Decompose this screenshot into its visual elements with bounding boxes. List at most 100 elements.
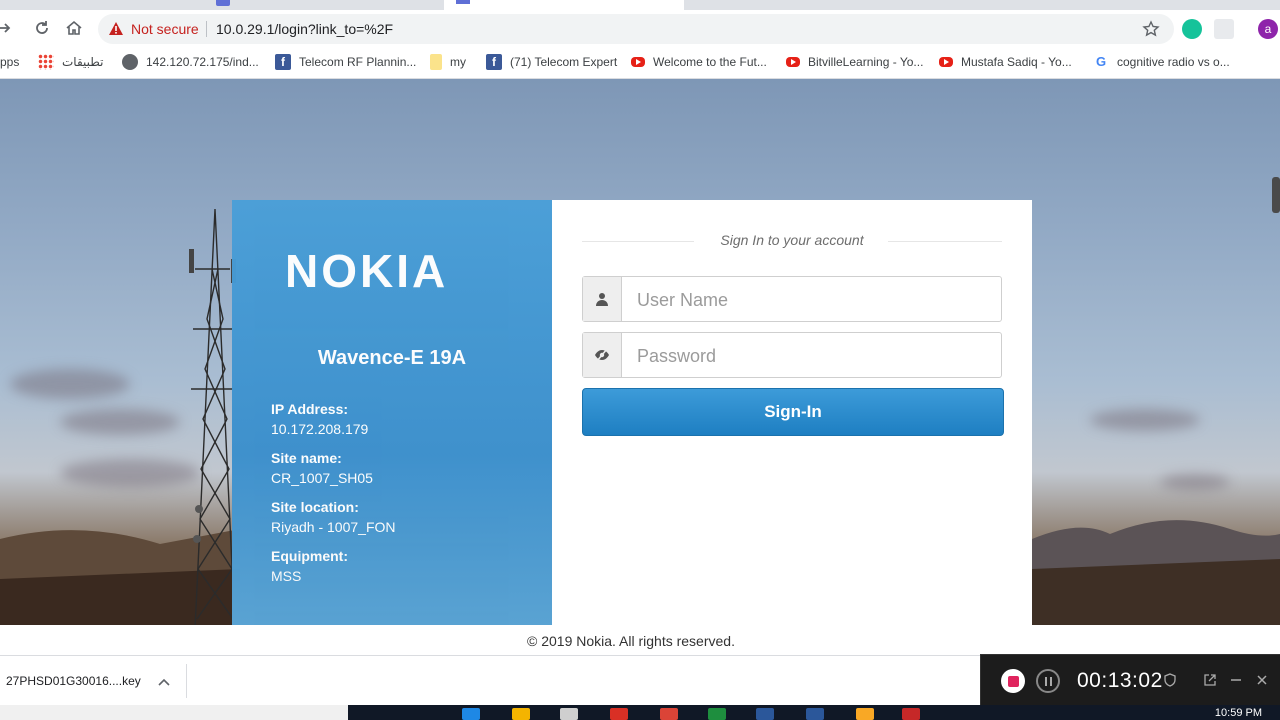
scrollbar-thumb[interactable]: [1272, 177, 1280, 213]
browser-tab-strip: [0, 0, 1280, 10]
bookmark-telecom-expert[interactable]: f (71) Telecom Expert: [486, 53, 617, 71]
bookmark-label: Mustafa Sadiq - Yo...: [961, 55, 1072, 69]
bookmark-label: Welcome to the Fut...: [653, 55, 767, 69]
site-location-info: Site location: Riyadh - 1007_FON: [271, 499, 396, 535]
pause-icon: [1044, 676, 1047, 686]
url-text[interactable]: 10.0.29.1/login?link_to=%2F: [216, 21, 393, 37]
tab-favicon[interactable]: [216, 0, 230, 6]
forward-arrow-icon[interactable]: [0, 16, 16, 40]
facebook-icon: f: [486, 54, 502, 70]
site-name-info: Site name: CR_1007_SH05: [271, 450, 373, 486]
bookmark-ip-address[interactable]: 142.120.72.175/ind...: [122, 53, 259, 71]
warning-icon[interactable]: [108, 21, 124, 37]
stop-recording-button[interactable]: [1001, 669, 1025, 693]
bookmark-bitville[interactable]: BitvilleLearning - Yo...: [786, 53, 923, 71]
browser-toolbar: Not secure 10.0.29.1/login?link_to=%2F a: [0, 10, 1280, 46]
username-field[interactable]: [582, 276, 1009, 323]
active-tab[interactable]: [444, 0, 684, 10]
youtube-icon: [786, 57, 800, 67]
bookmark-apps[interactable]: pps: [0, 53, 19, 71]
app-taskbar-icon[interactable]: [806, 708, 824, 720]
bookmark-arabic-apps[interactable]: تطبيقات: [38, 53, 103, 71]
chevron-up-icon[interactable]: [156, 674, 172, 690]
bookmark-label: pps: [0, 55, 20, 69]
bookmark-my[interactable]: my: [430, 53, 466, 71]
grammarly-extension-icon[interactable]: [1182, 19, 1202, 39]
download-separator: [186, 664, 187, 698]
pause-icon: [1049, 676, 1052, 686]
close-icon[interactable]: [1255, 673, 1269, 687]
bookmark-welcome-future[interactable]: Welcome to the Fut...: [631, 53, 767, 71]
file-explorer-taskbar-icon[interactable]: [512, 708, 530, 720]
apps-grid-icon: [38, 54, 54, 70]
edge-taskbar-icon[interactable]: [462, 708, 480, 720]
bookmarks-bar: pps تطبيقات 142.120.72.175/ind... f Tele…: [0, 46, 1280, 79]
address-bar[interactable]: Not secure 10.0.29.1/login?link_to=%2F: [98, 14, 1174, 44]
bookmark-star-icon[interactable]: [1142, 20, 1160, 38]
app-taskbar-icon[interactable]: [610, 708, 628, 720]
recording-timer: 00:13:02: [1077, 669, 1163, 692]
background-cloud: [1160, 474, 1230, 490]
signin-heading: Sign In to your account: [582, 232, 1002, 250]
popout-icon[interactable]: [1203, 673, 1217, 687]
screen-recorder-widget: 00:13:02: [980, 654, 1280, 708]
globe-icon: [122, 54, 138, 70]
bookmark-label: تطبيقات: [62, 55, 104, 69]
not-secure-label[interactable]: Not secure: [131, 21, 199, 37]
ip-address-info: IP Address: 10.172.208.179: [271, 401, 368, 437]
signin-button[interactable]: Sign-In: [582, 388, 1004, 436]
signin-panel: Sign In to your account Sign-In: [552, 200, 1032, 625]
reload-icon[interactable]: [30, 16, 54, 40]
bookmark-label: Telecom RF Plannin...: [299, 55, 417, 69]
minimize-icon[interactable]: [1229, 673, 1243, 687]
page-footer: © 2019 Nokia. All rights reserved.: [0, 625, 1280, 655]
signin-heading-text: Sign In to your account: [720, 232, 864, 248]
heading-divider-right: [888, 241, 1002, 242]
username-input[interactable]: [623, 277, 1009, 323]
site-name-value: CR_1007_SH05: [271, 470, 373, 486]
nokia-logo: NOKIA: [285, 245, 449, 297]
google-icon: G: [1095, 54, 1107, 69]
bookmark-label: (71) Telecom Expert: [510, 55, 618, 69]
site-location-value: Riyadh - 1007_FON: [271, 519, 396, 535]
bookmark-label: my: [450, 55, 466, 69]
home-icon[interactable]: [62, 16, 86, 40]
background-cloud: [10, 369, 130, 399]
excel-taskbar-icon[interactable]: [708, 708, 726, 720]
taskbar-clock[interactable]: 10:59 PM: [1215, 707, 1262, 719]
copyright-text: © 2019 Nokia. All rights reserved.: [527, 633, 735, 649]
ip-address-value: 10.172.208.179: [271, 421, 369, 437]
pause-recording-button[interactable]: [1036, 669, 1060, 693]
bookmark-label: BitvilleLearning - Yo...: [808, 55, 924, 69]
eye-slash-icon: [583, 333, 622, 377]
chrome-taskbar-icon[interactable]: [660, 708, 678, 720]
password-input[interactable]: [623, 333, 1009, 379]
word-taskbar-icon[interactable]: [756, 708, 774, 720]
page-scrollbar[interactable]: [1272, 79, 1280, 655]
bookmark-telecom-rf[interactable]: f Telecom RF Plannin...: [275, 53, 416, 71]
bookmark-label: cognitive radio vs o...: [1117, 55, 1230, 69]
site-location-label: Site location:: [271, 499, 359, 515]
download-filename[interactable]: 27PHSD01G30016....key: [6, 674, 141, 688]
address-separator: [206, 21, 207, 37]
background-cloud: [1090, 409, 1200, 431]
cast-extension-icon[interactable]: [1214, 19, 1234, 39]
bookmark-mustafa-sadiq[interactable]: Mustafa Sadiq - Yo...: [939, 53, 1072, 71]
shield-icon[interactable]: [1163, 673, 1177, 687]
taskbar-search-box[interactable]: [0, 705, 348, 720]
app-taskbar-icon[interactable]: [902, 708, 920, 720]
login-page-background: NOKIA Wavence-E 19A IP Address: 10.172.2…: [0, 79, 1280, 625]
profile-avatar[interactable]: a: [1258, 19, 1278, 39]
equipment-value: MSS: [271, 568, 302, 584]
background-cloud: [60, 409, 180, 435]
bookmark-cognitive-radio[interactable]: G cognitive radio vs o...: [1093, 53, 1230, 71]
stop-icon: [1007, 675, 1019, 687]
app-taskbar-icon[interactable]: [856, 708, 874, 720]
folder-icon: [430, 54, 442, 70]
login-card: NOKIA Wavence-E 19A IP Address: 10.172.2…: [232, 200, 1032, 625]
password-field[interactable]: [582, 332, 1009, 379]
recorder-controls: [1163, 673, 1269, 687]
app-taskbar-icon[interactable]: [560, 708, 578, 720]
youtube-icon: [631, 57, 645, 67]
ip-address-label: IP Address:: [271, 401, 349, 417]
